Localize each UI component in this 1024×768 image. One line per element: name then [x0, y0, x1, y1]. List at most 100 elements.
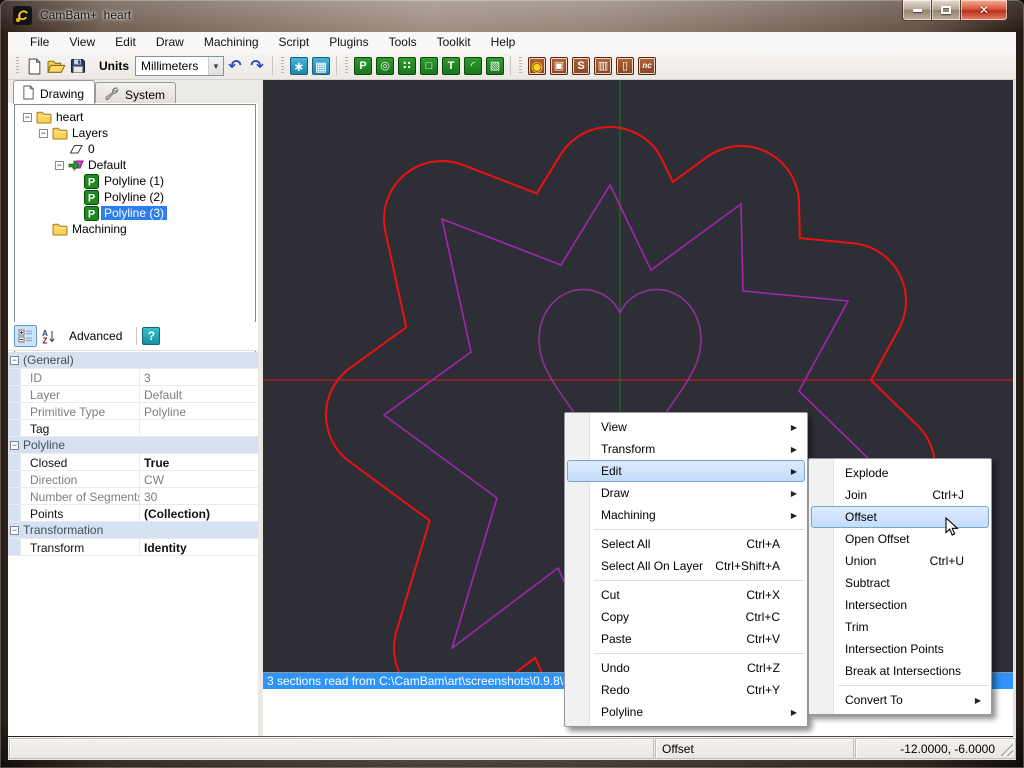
- tree-item-label[interactable]: Layers: [69, 126, 111, 140]
- grid-icon[interactable]: ▦: [310, 55, 332, 77]
- menubar-item-plugins[interactable]: Plugins: [319, 32, 378, 53]
- tree-item-label[interactable]: Polyline (1): [101, 174, 167, 188]
- context-menu-item-copy[interactable]: CopyCtrl+C: [567, 606, 805, 628]
- minimize-button[interactable]: [902, 0, 932, 21]
- vertical-splitter[interactable]: [258, 80, 263, 736]
- property-value[interactable]: True: [140, 454, 258, 470]
- submenu-item-break-at-intersections[interactable]: Break at Intersections: [811, 660, 989, 682]
- tree-item-machining[interactable]: Machining: [15, 221, 255, 237]
- grid-row-points[interactable]: Points(Collection): [8, 505, 258, 522]
- grid-row-closed[interactable]: ClosedTrue: [8, 454, 258, 471]
- grid-row-primitive-type[interactable]: Primitive TypePolyline: [8, 403, 258, 420]
- grid-row-tag[interactable]: Tag: [8, 420, 258, 437]
- tree-expander-icon[interactable]: −: [55, 161, 64, 170]
- new-file-icon[interactable]: [23, 55, 45, 77]
- submenu-item-explode[interactable]: Explode: [811, 462, 989, 484]
- tree-item-label[interactable]: 0: [85, 142, 98, 156]
- category-expander-icon[interactable]: −: [10, 356, 19, 365]
- tree-item-default[interactable]: − Default: [15, 157, 255, 173]
- submenu-item-intersection[interactable]: Intersection: [811, 594, 989, 616]
- property-name[interactable]: Layer: [21, 386, 140, 402]
- context-menu-item-redo[interactable]: RedoCtrl+Y: [567, 679, 805, 701]
- menubar-item-draw[interactable]: Draw: [146, 32, 194, 53]
- tree-item-label[interactable]: Polyline (2): [101, 190, 167, 204]
- tree-expander-icon[interactable]: −: [23, 113, 32, 122]
- menubar-item-file[interactable]: File: [20, 32, 59, 53]
- title-bar[interactable]: C CamBam+ heart ✕: [0, 0, 1024, 32]
- context-menu-item-edit[interactable]: Edit▶: [567, 460, 805, 482]
- surface-icon[interactable]: ▧: [484, 55, 506, 77]
- drill-icon[interactable]: ▥: [592, 55, 614, 77]
- context-menu-item-polyline[interactable]: Polyline▶: [567, 701, 805, 723]
- property-value[interactable]: 30: [140, 488, 258, 504]
- menubar-item-toolkit[interactable]: Toolkit: [427, 32, 481, 53]
- grid-row-direction[interactable]: DirectionCW: [8, 471, 258, 488]
- close-button[interactable]: ✕: [961, 0, 1008, 21]
- submenu-item-intersection-points[interactable]: Intersection Points: [811, 638, 989, 660]
- tree-item-polyline-3[interactable]: PPolyline (3): [15, 205, 255, 221]
- grid-row-id[interactable]: ID3: [8, 369, 258, 386]
- open-folder-icon[interactable]: [45, 55, 67, 77]
- submenu-item-offset[interactable]: Offset: [811, 506, 989, 528]
- property-name[interactable]: ID: [21, 369, 140, 385]
- alphabetical-sort-button[interactable]: AZ: [37, 325, 60, 347]
- submenu-item-open-offset[interactable]: Open Offset: [811, 528, 989, 550]
- menubar-item-script[interactable]: Script: [269, 32, 320, 53]
- property-name[interactable]: Direction: [21, 471, 140, 487]
- submenu-item-join[interactable]: JoinCtrl+J: [811, 484, 989, 506]
- tree-item-label[interactable]: Polyline (3): [101, 206, 167, 220]
- submenu-item-union[interactable]: UnionCtrl+U: [811, 550, 989, 572]
- submenu-item-trim[interactable]: Trim: [811, 616, 989, 638]
- property-name[interactable]: Tag: [21, 420, 140, 436]
- undo-icon[interactable]: ↶: [224, 55, 246, 77]
- property-name[interactable]: Number of Segments: [21, 488, 140, 504]
- property-value[interactable]: Identity: [140, 539, 258, 555]
- grid-category-general[interactable]: −(General): [8, 352, 258, 369]
- property-value[interactable]: (Collection): [140, 505, 258, 521]
- property-value[interactable]: 3: [140, 369, 258, 385]
- tab-drawing[interactable]: Drawing: [13, 80, 95, 104]
- context-menu-item-machining[interactable]: Machining▶: [567, 504, 805, 526]
- tree-item-polyline-1[interactable]: PPolyline (1): [15, 173, 255, 189]
- menubar-item-edit[interactable]: Edit: [105, 32, 146, 53]
- units-combobox[interactable]: Millimeters▼: [135, 56, 224, 76]
- context-menu-item-transform[interactable]: Transform▶: [567, 438, 805, 460]
- tree-expander-icon[interactable]: −: [39, 129, 48, 138]
- units-dropdown-arrow-icon[interactable]: ▼: [208, 57, 223, 75]
- context-menu-item-select-all-on-layer[interactable]: Select All On LayerCtrl+Shift+A: [567, 555, 805, 577]
- grid-row-layer[interactable]: LayerDefault: [8, 386, 258, 403]
- tree-item-layers[interactable]: − Layers: [15, 125, 255, 141]
- gcode-icon[interactable]: nc: [636, 55, 658, 77]
- context-menu-item-select-all[interactable]: Select AllCtrl+A: [567, 533, 805, 555]
- category-expander-icon[interactable]: −: [10, 526, 19, 535]
- maximize-button[interactable]: [932, 0, 961, 21]
- tab-system[interactable]: System: [95, 82, 176, 103]
- tree-item-0[interactable]: 0: [15, 141, 255, 157]
- menubar-item-tools[interactable]: Tools: [379, 32, 427, 53]
- grid-row-number-of-segments[interactable]: Number of Segments30: [8, 488, 258, 505]
- tree-item-label[interactable]: Machining: [69, 222, 130, 236]
- context-menu-item-paste[interactable]: PasteCtrl+V: [567, 628, 805, 650]
- property-name[interactable]: Primitive Type: [21, 403, 140, 419]
- polyline-icon[interactable]: P: [352, 55, 374, 77]
- category-expander-icon[interactable]: −: [10, 441, 19, 450]
- points-icon[interactable]: ∷: [396, 55, 418, 77]
- tree-item-polyline-2[interactable]: PPolyline (2): [15, 189, 255, 205]
- pocket-icon[interactable]: ▣: [548, 55, 570, 77]
- help-icon[interactable]: ?: [142, 327, 160, 345]
- property-value[interactable]: Default: [140, 386, 258, 402]
- engrave-icon[interactable]: S: [570, 55, 592, 77]
- submenu-item-convert-to[interactable]: Convert To▶: [811, 689, 989, 711]
- tree-item-label[interactable]: Default: [85, 158, 129, 172]
- toolpath-icon[interactable]: ◉: [526, 55, 548, 77]
- save-icon[interactable]: [67, 55, 89, 77]
- context-menu-item-cut[interactable]: CutCtrl+X: [567, 584, 805, 606]
- property-value[interactable]: CW: [140, 471, 258, 487]
- text-icon[interactable]: T: [440, 55, 462, 77]
- property-name[interactable]: Closed: [21, 454, 140, 470]
- submenu-item-subtract[interactable]: Subtract: [811, 572, 989, 594]
- axes-icon[interactable]: ∗: [288, 55, 310, 77]
- menubar-item-view[interactable]: View: [59, 32, 105, 53]
- arc-icon[interactable]: ◜: [462, 55, 484, 77]
- property-name[interactable]: Points: [21, 505, 140, 521]
